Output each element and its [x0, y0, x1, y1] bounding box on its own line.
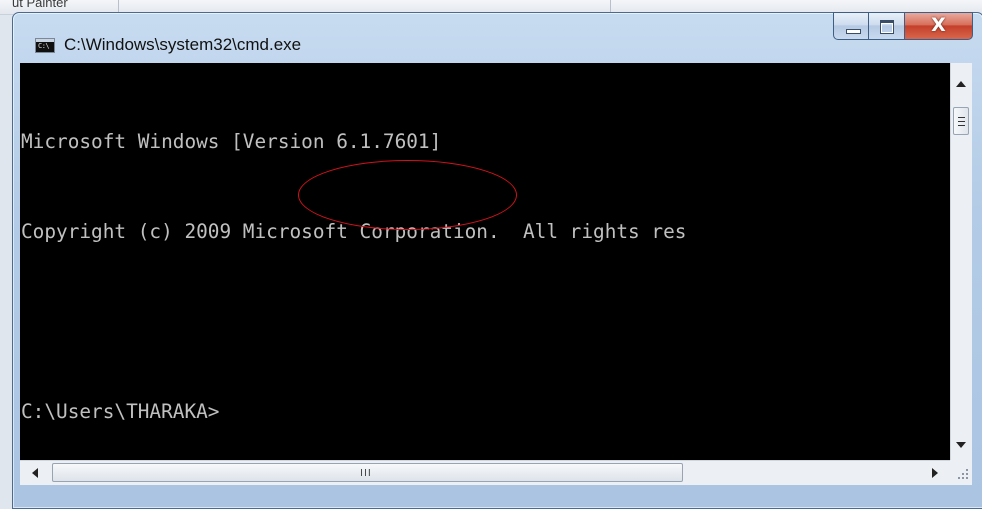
console-prompt: C:\Users\THARAKA> [21, 400, 220, 423]
resize-grip-icon[interactable] [950, 460, 972, 485]
scroll-left-arrow-icon[interactable] [32, 468, 38, 478]
console-line: Microsoft Windows [Version 6.1.7601] [21, 130, 442, 153]
console-text: Microsoft Windows [Version 6.1.7601] Cop… [21, 67, 686, 487]
scroll-down-arrow-icon[interactable] [956, 442, 966, 448]
console-line: Copyright (c) 2009 Microsoft Corporation… [21, 220, 687, 243]
caption-buttons: X [833, 12, 973, 40]
grip-line [958, 125, 965, 126]
scroll-right-arrow-icon[interactable] [932, 468, 938, 478]
vertical-scroll-thumb[interactable] [953, 107, 969, 135]
background-app-text: ut Painter [12, 0, 68, 10]
minimize-button[interactable] [833, 12, 869, 40]
maximize-icon [880, 20, 894, 34]
close-button[interactable]: X [905, 12, 973, 40]
window-title: C:\Windows\system32\cmd.exe [64, 35, 302, 54]
console-output[interactable]: Microsoft Windows [Version 6.1.7601] Cop… [20, 63, 950, 460]
close-icon: X [931, 14, 946, 36]
grip-icon: III [360, 468, 372, 479]
grip-line [958, 117, 965, 118]
horizontal-scroll-thumb[interactable]: III [52, 463, 683, 482]
title-bar[interactable]: C:\ C:\Windows\system32\cmd.exe X [13, 12, 982, 65]
minimize-icon [846, 29, 861, 34]
scroll-up-arrow-icon[interactable] [956, 81, 966, 87]
vertical-scrollbar[interactable] [950, 63, 972, 460]
cmd-app-icon[interactable]: C:\ [35, 38, 55, 53]
grip-line [958, 121, 965, 122]
cmd-icon-text: C:\ [38, 42, 50, 50]
horizontal-scrollbar[interactable]: III [20, 460, 950, 485]
maximize-button[interactable] [869, 12, 905, 40]
